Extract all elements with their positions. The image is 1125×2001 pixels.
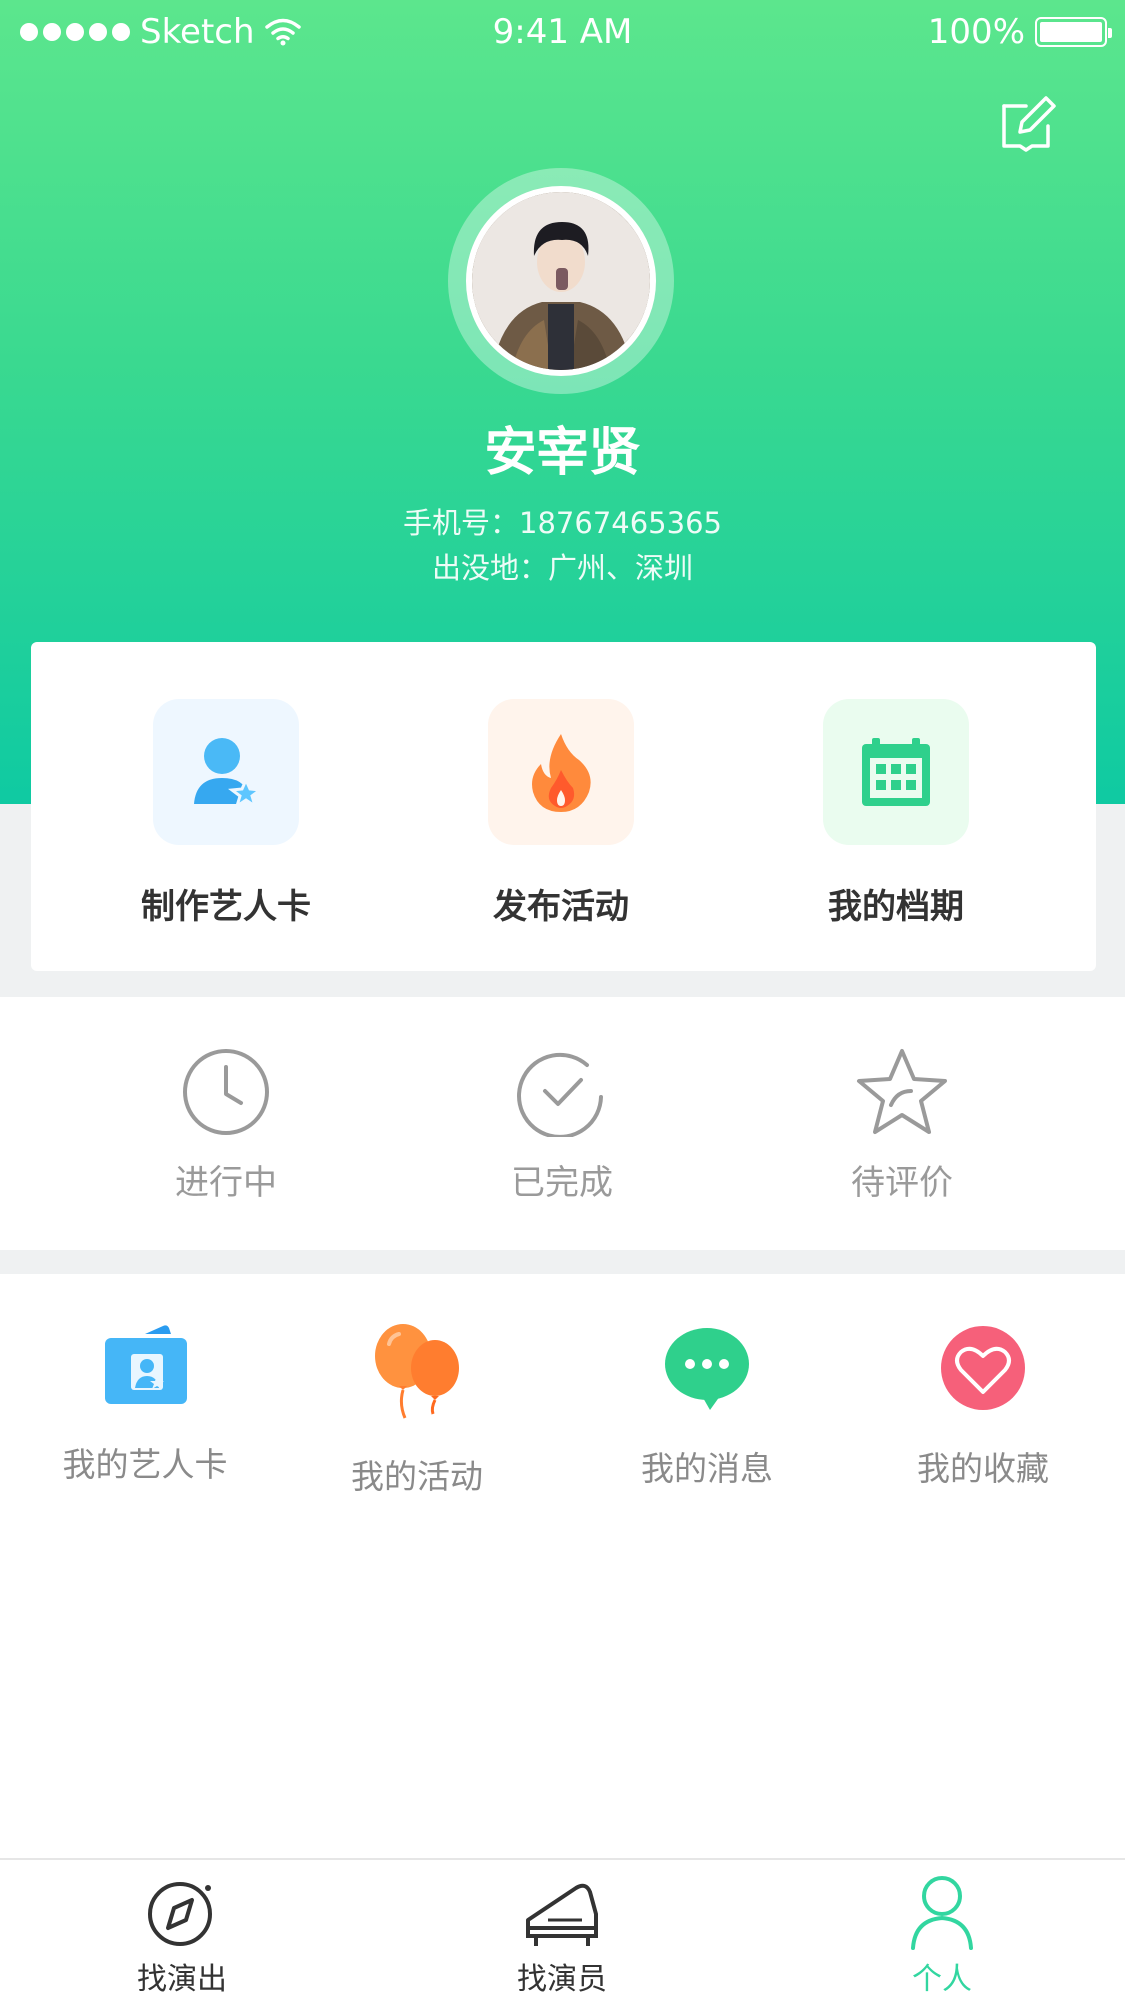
chat-bubble-icon: [665, 1328, 749, 1410]
clock-icon: [183, 1049, 269, 1135]
person-icon: [911, 1876, 973, 1950]
calendar-icon: [823, 699, 969, 845]
tab-label: 找演出: [137, 1962, 227, 1997]
status-completed[interactable]: 已完成: [452, 1047, 672, 1204]
menu-my-activity[interactable]: 我的活动: [302, 1324, 532, 1498]
id-card-icon: [105, 1325, 187, 1404]
quick-actions-card: 制作艺人卡 发布活动 我的档期: [31, 642, 1096, 971]
artist-card-icon: [153, 699, 299, 845]
piano-icon: [526, 1883, 598, 1946]
menu-my-favorites[interactable]: 我的收藏: [868, 1324, 1098, 1490]
status-bar: Sketch 9:41 AM 100%: [0, 0, 1125, 66]
battery-group: 100%: [927, 12, 1112, 52]
menu-my-artist-card[interactable]: 我的艺人卡: [30, 1324, 260, 1486]
check-circle-icon: [517, 1052, 603, 1137]
status-to-review[interactable]: 待评价: [792, 1047, 1012, 1204]
menu-my-messages[interactable]: 我的消息: [592, 1324, 822, 1490]
edit-profile-button[interactable]: [996, 92, 1060, 156]
status-label: 已完成: [511, 1163, 613, 1203]
menu-label: 我的艺人卡: [62, 1445, 228, 1484]
publish-activity-button[interactable]: 发布活动: [436, 699, 686, 928]
heart-icon: [941, 1326, 1025, 1410]
my-schedule-button[interactable]: 我的档期: [771, 699, 1021, 928]
profile-location: 出没地：广州、深圳: [431, 551, 693, 585]
make-artist-card-button[interactable]: 制作艺人卡: [101, 699, 351, 928]
tab-label: 找演员: [517, 1962, 607, 1997]
edit-icon: [1002, 96, 1056, 152]
status-label: 待评价: [851, 1163, 953, 1203]
fire-icon: [488, 699, 634, 845]
menu-label: 我的消息: [641, 1449, 773, 1488]
action-label: 我的档期: [828, 887, 964, 927]
profile-phone: 手机号：18767465365: [403, 506, 722, 540]
avatar[interactable]: [466, 186, 656, 376]
profile-name: 安宰贤: [484, 423, 641, 483]
tab-bar: 找演出 找演员 个人: [0, 1858, 1125, 2001]
menu-label: 我的收藏: [917, 1449, 1049, 1488]
battery-percent: 100%: [927, 12, 1025, 52]
menu-label: 我的活动: [351, 1457, 483, 1496]
star-icon: [857, 1049, 947, 1134]
status-in-progress[interactable]: 进行中: [116, 1047, 336, 1204]
action-label: 发布活动: [493, 887, 629, 927]
battery-icon: [1035, 17, 1112, 47]
tab-find-shows[interactable]: 找演出: [82, 1874, 282, 1998]
order-status-card: 进行中 已完成 待评价: [0, 997, 1125, 1250]
compass-icon: [148, 1882, 212, 1946]
balloon-icon: [375, 1324, 459, 1419]
menu-card: 我的艺人卡 我的活动 我的消息 我的收藏: [0, 1274, 1125, 1859]
tab-label: 个人: [912, 1962, 972, 1997]
avatar-ring[interactable]: [448, 168, 674, 394]
tab-personal[interactable]: 个人: [842, 1874, 1042, 1998]
tab-find-performers[interactable]: 找演员: [462, 1874, 662, 1998]
action-label: 制作艺人卡: [141, 887, 311, 927]
status-label: 进行中: [175, 1163, 277, 1203]
